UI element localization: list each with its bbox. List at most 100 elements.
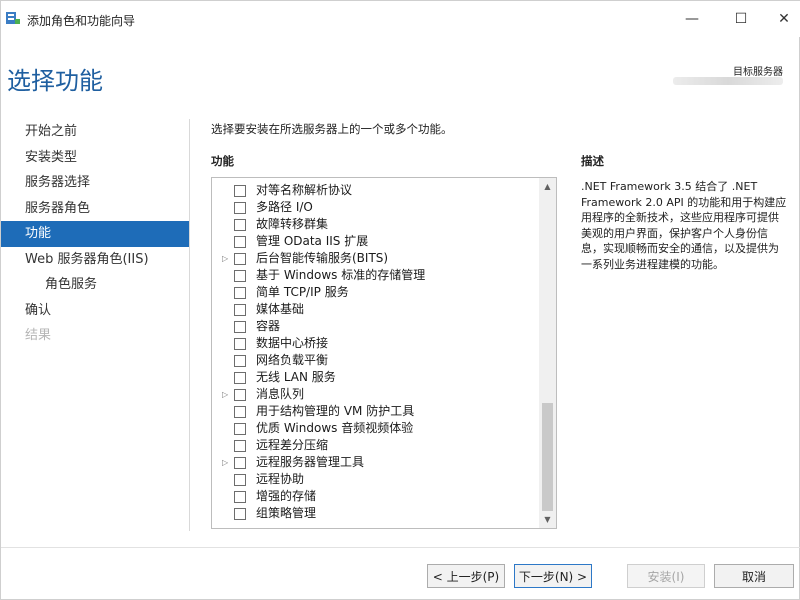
footer-divider	[1, 547, 800, 548]
features-header: 功能	[211, 154, 234, 168]
feature-tree-scrollbar[interactable]: ▲ ▼	[539, 178, 556, 528]
server-manager-icon	[6, 12, 20, 24]
nav-item-7[interactable]: 确认	[1, 298, 189, 324]
feature-checkbox[interactable]	[234, 440, 246, 452]
feature-label: 无线 LAN 服务	[256, 370, 336, 384]
feature-label: 对等名称解析协议	[256, 183, 353, 197]
feature-label: 故障转移群集	[256, 217, 329, 231]
nav-item-6[interactable]: 角色服务	[1, 272, 189, 298]
feature-item[interactable]: 故障转移群集	[212, 216, 538, 233]
feature-item[interactable]: 管理 OData IIS 扩展	[212, 233, 538, 250]
feature-checkbox[interactable]	[234, 185, 246, 197]
feature-checkbox[interactable]	[234, 236, 246, 248]
feature-item[interactable]: 无线 LAN 服务	[212, 369, 538, 386]
nav-item-4[interactable]: 功能	[1, 221, 189, 247]
feature-label: 多路径 I/O	[256, 200, 313, 214]
feature-description: .NET Framework 3.5 结合了 .NET Framework 2.…	[581, 180, 787, 271]
feature-item[interactable]: 对等名称解析协议	[212, 182, 538, 199]
feature-item[interactable]: 简单 TCP/IP 服务	[212, 284, 538, 301]
nav-divider	[189, 119, 190, 531]
feature-label: 优质 Windows 音频视频体验	[256, 421, 414, 435]
feature-label: 基于 Windows 标准的存储管理	[256, 268, 426, 282]
feature-item[interactable]: ▷ 后台智能传输服务(BITS)	[212, 250, 538, 267]
feature-label: 网络负载平衡	[256, 353, 329, 367]
feature-label: 数据中心桥接	[256, 336, 329, 350]
feature-label: 远程服务器管理工具	[256, 455, 365, 469]
feature-item[interactable]: 远程协助	[212, 471, 538, 488]
feature-label: 消息队列	[256, 387, 305, 401]
feature-checkbox[interactable]	[234, 355, 246, 367]
window-title: 添加角色和功能向导	[27, 14, 136, 28]
wizard-window: 添加角色和功能向导 — ☐ ✕ 选择功能 目标服务器 开始之前 安装类型 服务器选择…	[0, 0, 800, 600]
feature-label: 后台智能传输服务(BITS)	[256, 251, 389, 265]
expand-arrow-icon[interactable]: ▷	[222, 454, 228, 471]
scroll-up-icon: ▲	[544, 182, 551, 191]
instruction-text: 选择要安装在所选服务器上的一个或多个功能。	[211, 122, 453, 136]
feature-item[interactable]: 网络负载平衡	[212, 352, 538, 369]
feature-item[interactable]: 优质 Windows 音频视频体验	[212, 420, 538, 437]
feature-item[interactable]: 组策略管理	[212, 505, 538, 522]
previous-button[interactable]: < 上一步(P)	[427, 564, 505, 588]
next-button[interactable]: 下一步(N) >	[514, 564, 592, 588]
feature-label: 远程协助	[256, 472, 305, 486]
scroll-up-button[interactable]: ▲	[539, 178, 556, 195]
nav-item-1[interactable]: 安装类型	[1, 145, 189, 171]
feature-item[interactable]: 用于结构管理的 VM 防护工具	[212, 403, 538, 420]
feature-checkbox[interactable]	[234, 304, 246, 316]
scroll-down-button[interactable]: ▼	[539, 511, 556, 528]
nav-item-0[interactable]: 开始之前	[1, 119, 189, 145]
description-header: 描述	[581, 154, 604, 168]
feature-checkbox[interactable]	[234, 321, 246, 333]
feature-checkbox[interactable]	[234, 253, 246, 265]
feature-checkbox[interactable]	[234, 338, 246, 350]
install-button[interactable]: 安装(I)	[627, 564, 705, 588]
nav-item-8: 结果	[25, 328, 52, 343]
target-server-name-redacted	[673, 77, 783, 85]
feature-checkbox[interactable]	[234, 372, 246, 384]
feature-item[interactable]: ▷ 远程服务器管理工具	[212, 454, 538, 471]
feature-item[interactable]: 媒体基础	[212, 301, 538, 318]
feature-checkbox[interactable]	[234, 406, 246, 418]
scroll-down-icon: ▼	[544, 515, 551, 524]
wizard-nav: 开始之前 安装类型 服务器选择 服务器角色 功能 Web 服务器角色(IIS) 角色服务 确认…	[1, 119, 189, 349]
feature-checkbox[interactable]	[234, 423, 246, 435]
feature-item[interactable]: 容器	[212, 318, 538, 335]
feature-checkbox[interactable]	[234, 287, 246, 299]
close-button[interactable]: ✕	[761, 1, 800, 37]
nav-item-5[interactable]: Web 服务器角色(IIS)	[1, 247, 189, 273]
expand-arrow-icon[interactable]: ▷	[222, 386, 228, 403]
feature-label: 媒体基础	[256, 302, 305, 316]
feature-label: 容器	[256, 319, 281, 333]
feature-checkbox[interactable]	[234, 457, 246, 469]
feature-item[interactable]: 远程差分压缩	[212, 437, 538, 454]
minimize-button[interactable]: —	[669, 1, 715, 37]
feature-item[interactable]: 基于 Windows 标准的存储管理	[212, 267, 538, 284]
feature-checkbox[interactable]	[234, 474, 246, 486]
feature-item[interactable]: ▷ 消息队列	[212, 386, 538, 403]
feature-checkbox[interactable]	[234, 389, 246, 401]
feature-item[interactable]: 多路径 I/O	[212, 199, 538, 216]
feature-checkbox[interactable]	[234, 270, 246, 282]
feature-label: 用于结构管理的 VM 防护工具	[256, 404, 415, 418]
feature-checkbox[interactable]	[234, 508, 246, 520]
feature-label: 增强的存储	[256, 489, 317, 503]
minimize-icon: —	[685, 11, 699, 27]
feature-checkbox[interactable]	[234, 491, 246, 503]
feature-checkbox[interactable]	[234, 202, 246, 214]
maximize-button[interactable]: ☐	[718, 1, 764, 37]
nav-item-3[interactable]: 服务器角色	[1, 196, 189, 222]
nav-item-2[interactable]: 服务器选择	[1, 170, 189, 196]
scroll-thumb[interactable]	[542, 403, 553, 511]
feature-label: 简单 TCP/IP 服务	[256, 285, 349, 299]
feature-label: 远程差分压缩	[256, 438, 329, 452]
target-server-label: 目标服务器	[733, 67, 783, 78]
feature-label: 组策略管理	[256, 506, 317, 520]
title-bar: 添加角色和功能向导 — ☐ ✕	[1, 1, 800, 37]
feature-item[interactable]: 增强的存储	[212, 488, 538, 505]
cancel-button[interactable]: 取消	[714, 564, 794, 588]
feature-checkbox[interactable]	[234, 219, 246, 231]
expand-arrow-icon[interactable]: ▷	[222, 250, 228, 267]
feature-tree[interactable]: 对等名称解析协议 多路径 I/O 故障转移群集 管理 OData IIS 扩展 ▷ 后台智…	[211, 177, 557, 529]
page-title: 选择功能	[7, 67, 103, 95]
feature-item[interactable]: 数据中心桥接	[212, 335, 538, 352]
